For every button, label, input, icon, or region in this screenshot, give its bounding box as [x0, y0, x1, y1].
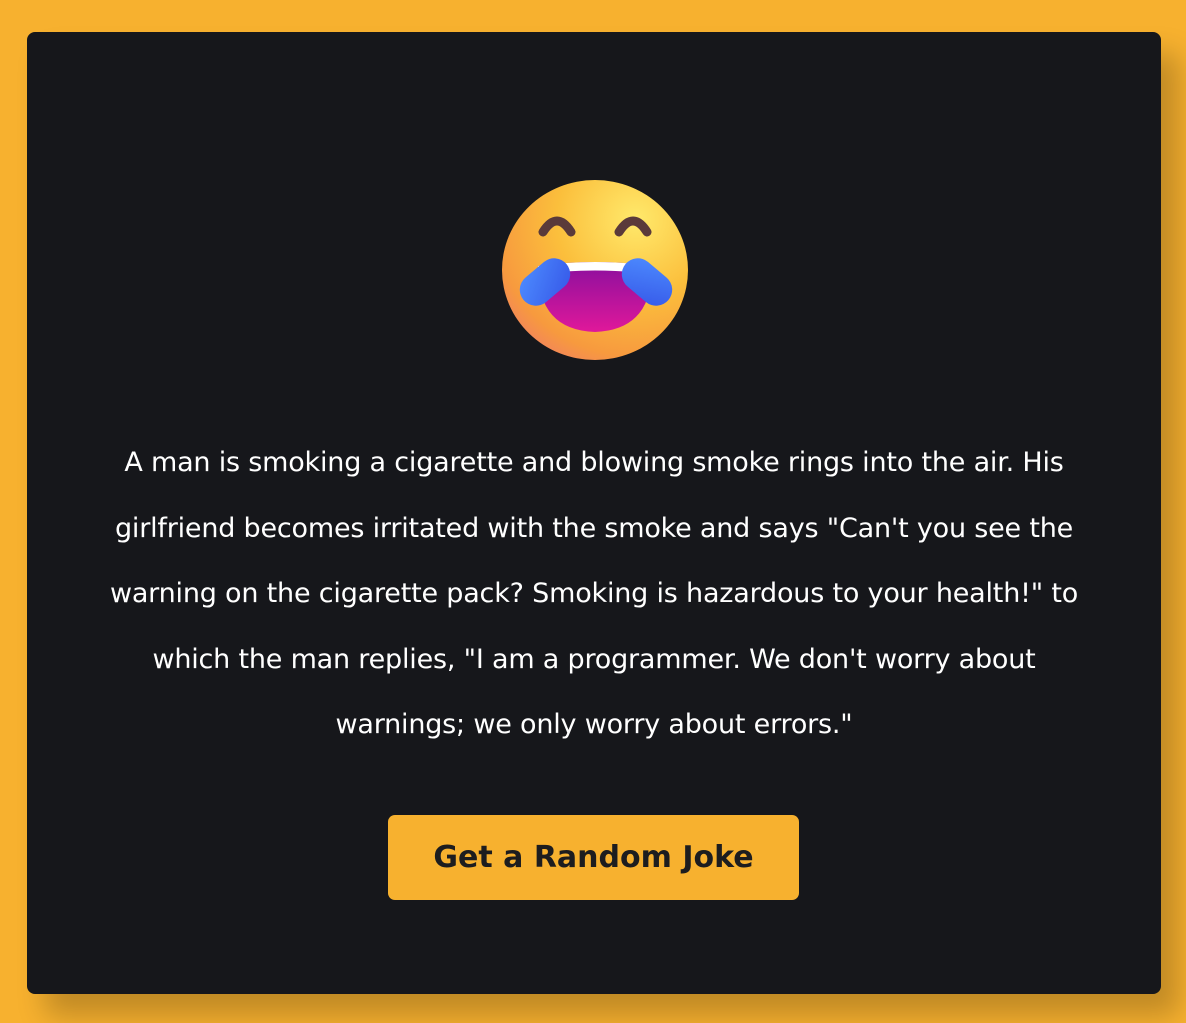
joke-card: A man is smoking a cigarette and blowing… [27, 32, 1161, 994]
get-random-joke-button[interactable]: Get a Random Joke [388, 815, 799, 900]
joke-text: A man is smoking a cigarette and blowing… [109, 447, 1079, 740]
face-with-tears-of-joy-icon [493, 170, 697, 360]
